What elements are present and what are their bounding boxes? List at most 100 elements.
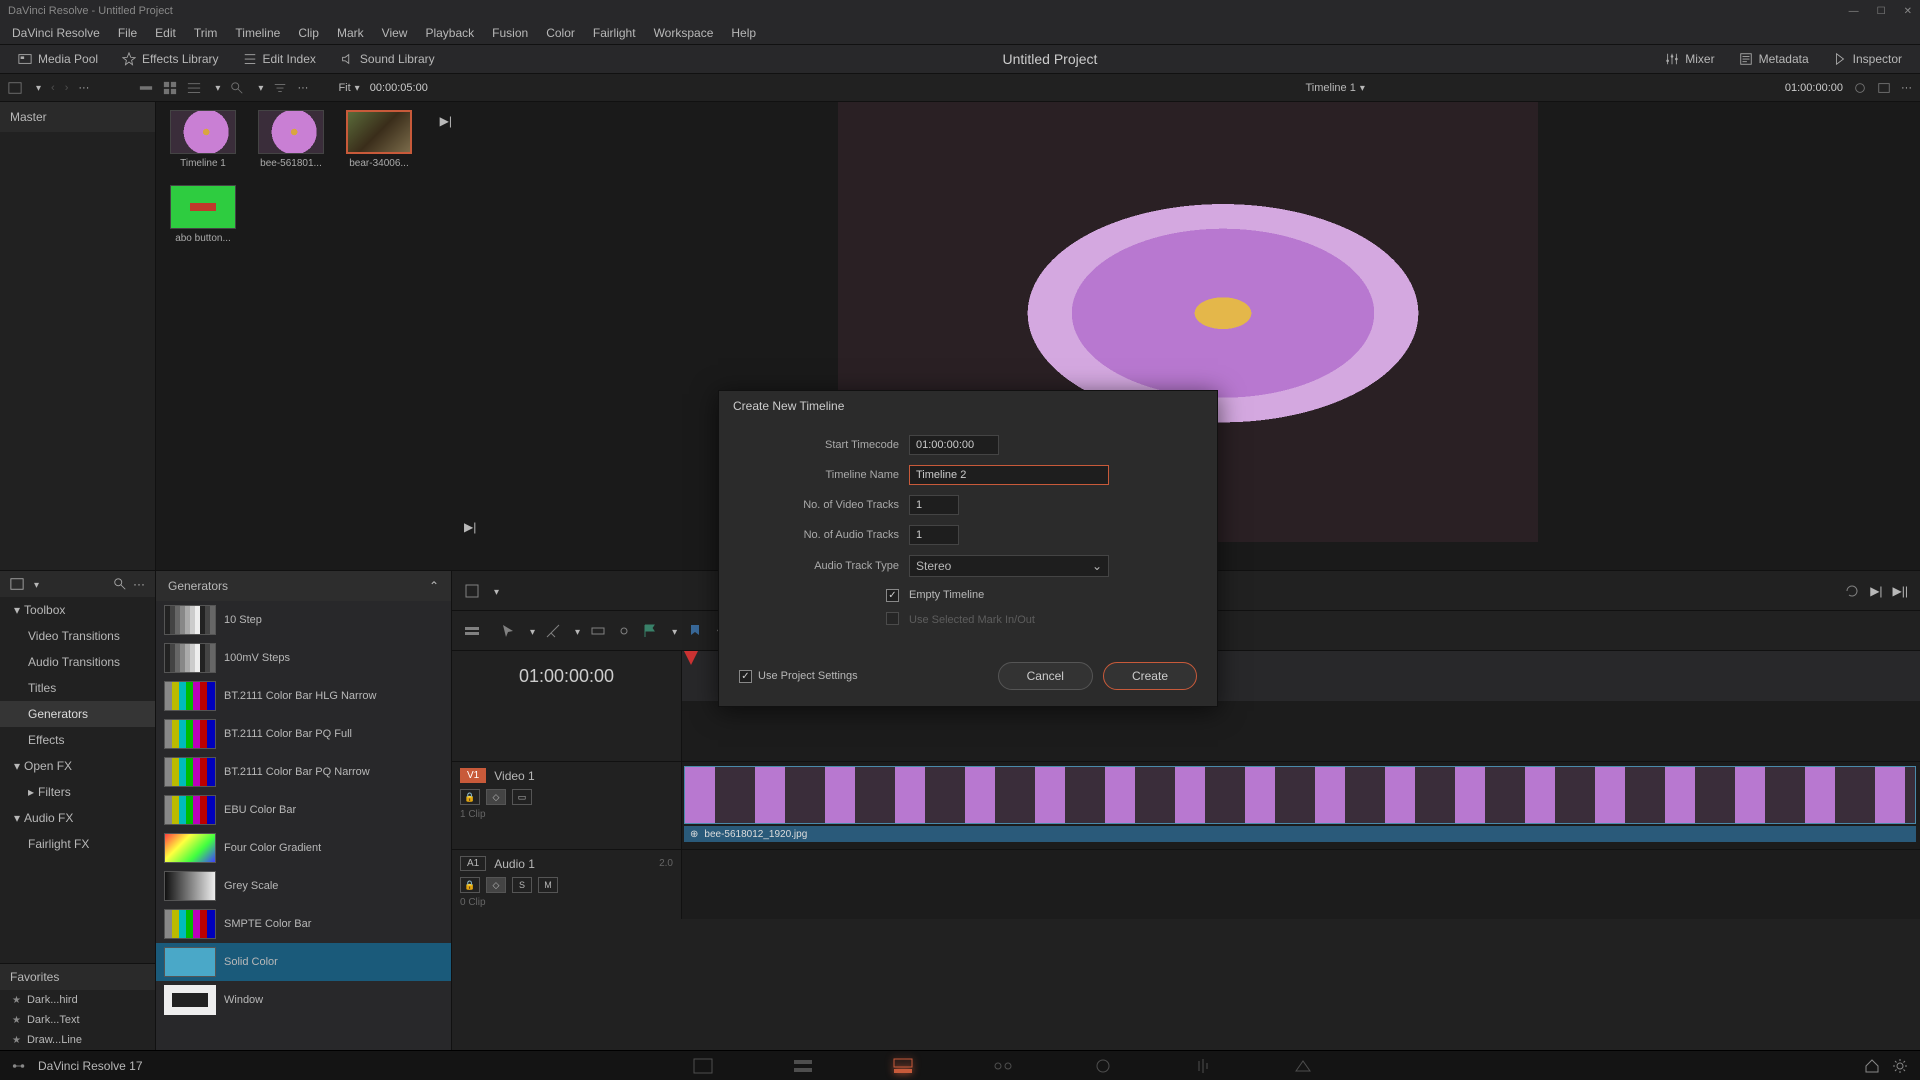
blade-tool-icon[interactable] [545,623,561,639]
menu-fusion[interactable]: Fusion [484,24,536,42]
timeline-name-input[interactable] [909,465,1109,485]
fx-openfx[interactable]: ▾Open FX [0,753,155,779]
menu-timeline[interactable]: Timeline [227,24,288,42]
viewer-more-icon[interactable]: ··· [1901,82,1912,94]
minimize-icon[interactable]: — [1849,6,1859,17]
fx-bin-dropdown[interactable] [30,577,39,591]
fx-more-icon[interactable]: ··· [133,577,145,591]
search-dropdown[interactable] [254,82,263,94]
next-clip-icon[interactable]: ▶| [440,114,452,128]
fusion-page-icon[interactable] [993,1058,1013,1074]
single-viewer-icon[interactable] [1877,81,1891,95]
media-pool-button[interactable]: Media Pool [8,48,108,70]
metadata-button[interactable]: Metadata [1729,48,1819,70]
flag-dropdown[interactable] [668,624,677,638]
fx-video-transitions[interactable]: Video Transitions [0,623,155,649]
fit-dropdown[interactable]: Fit [338,82,359,94]
view-dropdown[interactable] [211,82,220,94]
sound-library-button[interactable]: Sound Library [330,48,445,70]
menu-fairlight[interactable]: Fairlight [585,24,644,42]
nav-back-icon[interactable]: ‹ [51,82,55,94]
generator-item[interactable]: Grey Scale [156,867,451,905]
favorite-item[interactable]: ★Dark...hird [0,990,155,1010]
menu-trim[interactable]: Trim [186,24,226,42]
track-auto-select-icon[interactable]: ◇ [486,789,506,805]
menu-davinci[interactable]: DaVinci Resolve [4,24,108,42]
fx-generators[interactable]: Generators [0,701,155,727]
project-settings-icon[interactable] [1892,1058,1908,1074]
fx-fairlightfx[interactable]: Fairlight FX [0,831,155,857]
generator-item[interactable]: BT.2111 Color Bar PQ Narrow [156,753,451,791]
start-timecode-input[interactable] [909,435,999,455]
bin-dropdown[interactable] [32,82,41,94]
empty-timeline-checkbox[interactable] [886,589,899,602]
search-icon[interactable] [230,81,244,95]
track-badge-a1[interactable]: A1 [460,856,486,871]
track-lock-icon[interactable]: 🔒 [460,877,480,893]
generator-item[interactable]: Solid Color [156,943,451,981]
media-item-bear[interactable]: bear-34006... [340,110,418,169]
menu-view[interactable]: View [374,24,416,42]
cancel-button[interactable]: Cancel [998,662,1093,690]
project-home-icon[interactable] [1864,1058,1880,1074]
list-view-icon[interactable] [187,81,201,95]
marker-icon[interactable] [687,623,703,639]
menu-clip[interactable]: Clip [290,24,327,42]
menu-mark[interactable]: Mark [329,24,372,42]
track-lock-icon[interactable]: 🔒 [460,789,480,805]
generator-item[interactable]: 100mV Steps [156,639,451,677]
edit-index-button[interactable]: Edit Index [233,48,326,70]
loop-icon[interactable] [1844,583,1860,599]
media-item-abo-button[interactable]: abo button... [164,185,242,244]
media-item-bee[interactable]: bee-561801... [252,110,330,169]
timeline-timecode-display[interactable]: 01:00:00:00 [452,651,682,701]
track-disable-icon[interactable]: ▭ [512,789,532,805]
fx-titles[interactable]: Titles [0,675,155,701]
timeline-view-icon[interactable] [464,623,480,639]
track-auto-select-icon[interactable]: ◇ [486,877,506,893]
generator-item[interactable]: BT.2111 Color Bar HLG Narrow [156,677,451,715]
playhead-icon[interactable] [684,651,698,665]
prev-frame-icon[interactable]: ▶| [464,520,476,534]
menu-workspace[interactable]: Workspace [646,24,722,42]
generator-item[interactable]: BT.2111 Color Bar PQ Full [156,715,451,753]
use-project-settings-checkbox[interactable] [739,670,752,683]
menu-playback[interactable]: Playback [417,24,482,42]
insert-icon[interactable] [590,623,606,639]
bin-view-icon[interactable] [8,81,22,95]
fx-effects[interactable]: Effects [0,727,155,753]
fairlight-page-icon[interactable] [1193,1058,1213,1074]
menu-edit[interactable]: Edit [147,24,184,42]
audio-track-type-select[interactable]: Stereo ⌄ [909,555,1109,577]
solo-button[interactable]: S [512,877,532,893]
master-bin[interactable]: Master [0,102,155,132]
sort-icon[interactable] [273,81,287,95]
generator-item[interactable]: Window [156,981,451,1019]
fx-toolbox[interactable]: ▾Toolbox [0,597,155,623]
fx-audiofx[interactable]: ▾Audio FX [0,805,155,831]
home-icon[interactable] [12,1059,26,1073]
mute-button[interactable]: M [538,877,558,893]
favorite-item[interactable]: ★Dark...Text [0,1010,155,1030]
maximize-icon[interactable]: ☐ [1877,6,1886,17]
generator-item[interactable]: SMPTE Color Bar [156,905,451,943]
generator-item[interactable]: Four Color Gradient [156,829,451,867]
media-item-timeline1[interactable]: Timeline 1 [164,110,242,169]
audio-track-content[interactable] [682,850,1920,919]
audio-tracks-input[interactable] [909,525,959,545]
menu-color[interactable]: Color [538,24,583,42]
fx-filters[interactable]: ▸Filters [0,779,155,805]
track-badge-v1[interactable]: V1 [460,768,486,783]
create-button[interactable]: Create [1103,662,1197,690]
deliver-page-icon[interactable] [1293,1058,1313,1074]
video-track-content[interactable]: ⊕ bee-5618012_1920.jpg [682,762,1920,849]
flag-icon[interactable] [642,623,658,639]
fx-bin-icon[interactable] [10,577,24,591]
video-clip[interactable] [684,766,1916,824]
grid-view-icon[interactable] [163,81,177,95]
more-icon[interactable]: ··· [78,82,89,94]
effects-library-button[interactable]: Effects Library [112,48,228,70]
video-tracks-input[interactable] [909,495,959,515]
edit-page-icon[interactable] [893,1058,913,1074]
selection-tool-icon[interactable] [464,583,480,599]
